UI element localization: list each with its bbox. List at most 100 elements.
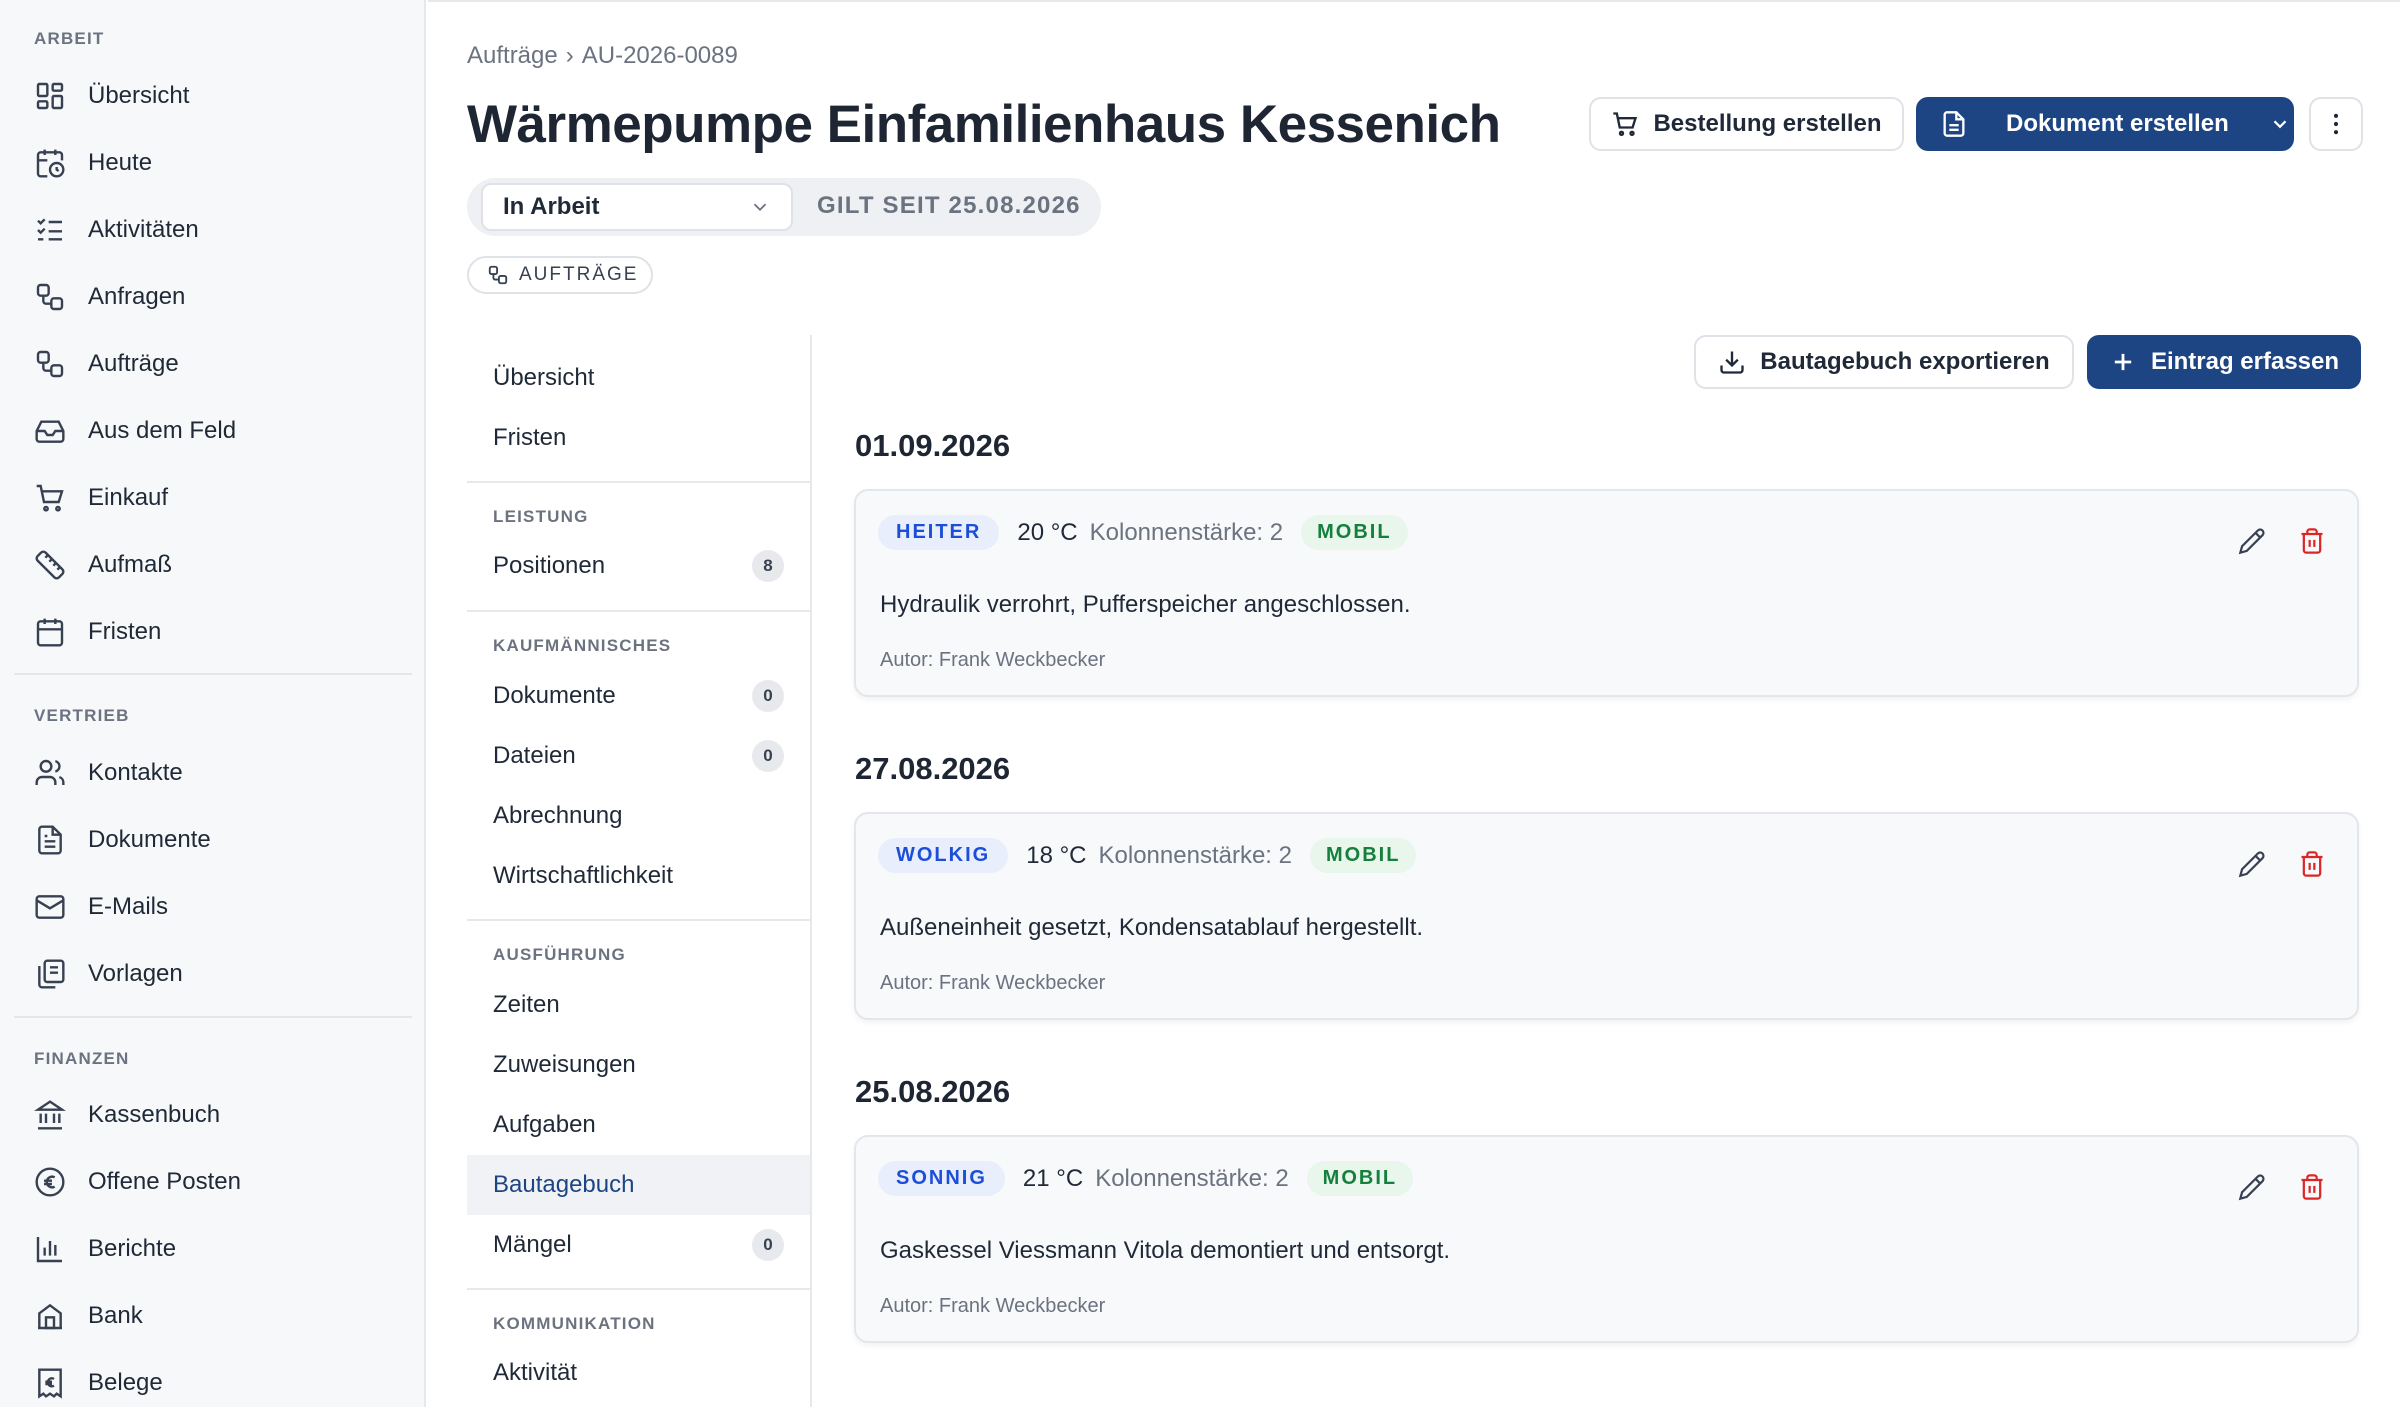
- sidebar-item-label: Offene Posten: [88, 1168, 241, 1195]
- dashboard-icon: [36, 82, 64, 110]
- subnav-item-aktivitaet[interactable]: Aktivität: [467, 1343, 810, 1403]
- breadcrumb-separator: ›: [565, 42, 574, 69]
- delete-entry-button[interactable]: [2290, 519, 2334, 563]
- bar-chart-icon: [36, 1237, 62, 1263]
- sidebar-item-anfragen[interactable]: Anfragen: [34, 277, 404, 317]
- sidebar-item-label: Aufmaß: [88, 551, 173, 578]
- subnav-item-zuweisungen[interactable]: Zuweisungen: [467, 1035, 810, 1095]
- subnav-item-positionen[interactable]: Positionen 8: [467, 536, 810, 596]
- workflow-icon: [36, 283, 64, 311]
- create-order-label: Bestellung erstellen: [1653, 110, 1882, 137]
- add-entry-button[interactable]: Eintrag erfassen: [2087, 335, 2361, 389]
- breadcrumb-current: AU-2026-0089: [581, 42, 738, 69]
- entry-text: Außeneinheit gesetzt, Kondensatablauf he…: [880, 914, 1424, 941]
- subnav-item-maengel[interactable]: Mängel 0: [467, 1215, 810, 1275]
- sidebar-item-berichte[interactable]: Berichte: [34, 1229, 404, 1269]
- subnav-item-zeiten[interactable]: Zeiten: [467, 975, 810, 1035]
- copy-icon: [38, 959, 65, 989]
- cart-icon: [36, 484, 64, 512]
- diary-entry: SONNIG 21 °C Kolonnenstärke: 2 MOBIL Gas…: [854, 1135, 2359, 1343]
- subnav-section-kaufmaennisches: KAUFMÄNNISCHES: [493, 636, 672, 655]
- sidebar-item-label: Heute: [88, 149, 153, 176]
- temperature: 20 °C: [1017, 518, 1078, 546]
- document-icon: [1943, 111, 1965, 137]
- subnav-section-kommunikation: KOMMUNIKATION: [493, 1314, 656, 1333]
- subnav-item-label: Dokumente: [493, 682, 616, 709]
- breadcrumb: Aufträge › AU-2026-0089: [467, 42, 738, 70]
- subnav-item-wirtschaftlichkeit[interactable]: Wirtschaftlichkeit: [467, 846, 810, 906]
- sidebar-divider: [14, 1016, 412, 1018]
- sidebar-item-fristen[interactable]: Fristen: [34, 612, 404, 652]
- sidebar-item-aufmass[interactable]: Aufmaß: [34, 545, 404, 585]
- subnav-item-abrechnung[interactable]: Abrechnung: [467, 786, 810, 846]
- sidebar-item-auftraege[interactable]: Aufträge: [34, 344, 404, 384]
- create-document-button[interactable]: Dokument erstellen: [1916, 97, 2294, 151]
- more-options-button[interactable]: [2309, 97, 2363, 151]
- edit-entry-button[interactable]: [2230, 842, 2274, 886]
- subnav-item-label: Wirtschaftlichkeit: [493, 862, 674, 889]
- sidebar-item-kassenbuch[interactable]: Kassenbuch: [34, 1095, 404, 1135]
- subnav-item-bautagebuch[interactable]: Bautagebuch: [467, 1155, 810, 1215]
- sidebar-item-label: Einkauf: [88, 484, 169, 511]
- edit-entry-button[interactable]: [2230, 1165, 2274, 1209]
- pencil-icon: [2238, 1174, 2265, 1201]
- trash-icon: [2301, 528, 2323, 554]
- subnav-section-leistung: LEISTUNG: [493, 507, 589, 526]
- crew-size: Kolonnenstärke: 2: [1095, 1164, 1289, 1192]
- entry-meta: HEITER 20 °C Kolonnenstärke: 2 MOBIL: [878, 515, 1408, 550]
- count-badge: 0: [752, 680, 784, 712]
- sidebar-item-bank[interactable]: Bank: [34, 1296, 404, 1336]
- sidebar-item-label: E-Mails: [88, 893, 169, 920]
- document-icon: [38, 825, 62, 855]
- category-tag[interactable]: AUFTRÄGE: [467, 256, 653, 294]
- edit-entry-button[interactable]: [2230, 519, 2274, 563]
- weather-badge: SONNIG: [878, 1161, 1005, 1196]
- subnav-divider: [467, 481, 810, 483]
- status-select[interactable]: In Arbeit: [481, 183, 793, 231]
- sidebar-item-heute[interactable]: Heute: [34, 143, 404, 183]
- subnav-item-dokumente[interactable]: Dokumente 0: [467, 666, 810, 726]
- entry-meta: WOLKIG 18 °C Kolonnenstärke: 2 MOBIL: [878, 838, 1417, 873]
- sidebar-item-aktivitaeten[interactable]: Aktivitäten: [34, 210, 404, 250]
- sidebar-section-vertrieb: VERTRIEB: [34, 706, 130, 725]
- subnav-divider: [467, 610, 810, 612]
- sidebar-item-dokumente[interactable]: Dokumente: [34, 820, 404, 860]
- sidebar-divider: [14, 673, 412, 675]
- sidebar-item-offene-posten[interactable]: Offene Posten: [34, 1162, 404, 1202]
- delete-entry-button[interactable]: [2290, 1165, 2334, 1209]
- source-badge: MOBIL: [1301, 515, 1408, 550]
- sidebar-item-aus-dem-feld[interactable]: Aus dem Feld: [34, 411, 404, 451]
- entry-text: Gaskessel Viessmann Vitola demontiert un…: [880, 1237, 1451, 1264]
- source-badge: MOBIL: [1306, 1161, 1414, 1196]
- add-entry-label: Eintrag erfassen: [2150, 348, 2340, 375]
- sidebar-item-einkauf[interactable]: Einkauf: [34, 478, 404, 518]
- subnav-item-fristen[interactable]: Fristen: [467, 408, 810, 468]
- sidebar-item-label: Belege: [88, 1369, 163, 1396]
- entry-date: 01.09.2026: [855, 428, 1011, 463]
- chevron-down-icon: [753, 203, 767, 212]
- delete-entry-button[interactable]: [2290, 842, 2334, 886]
- calendar-icon: [36, 618, 64, 647]
- sidebar-item-vorlagen[interactable]: Vorlagen: [34, 954, 404, 994]
- temperature: 21 °C: [1022, 1164, 1084, 1192]
- sidebar-item-label: Bank: [88, 1302, 143, 1329]
- sidebar-item-uebersicht[interactable]: Übersicht: [34, 76, 404, 116]
- sidebar-item-kontakte[interactable]: Kontakte: [34, 753, 404, 793]
- status-since: GILT SEIT 25.08.2026: [817, 192, 1081, 219]
- sidebar-item-label: Kassenbuch: [88, 1101, 221, 1128]
- subnav-item-aufgaben[interactable]: Aufgaben: [467, 1095, 810, 1155]
- breadcrumb-parent[interactable]: Aufträge: [467, 42, 558, 70]
- users-icon: [35, 759, 65, 785]
- create-order-button[interactable]: Bestellung erstellen: [1589, 97, 1904, 151]
- subnav-item-dateien[interactable]: Dateien 0: [467, 726, 810, 786]
- export-diary-button[interactable]: Bautagebuch exportieren: [1694, 335, 2074, 389]
- sidebar-item-belege[interactable]: Belege: [34, 1363, 404, 1403]
- mail-icon: [35, 895, 65, 919]
- subnav-item-label: Fristen: [493, 424, 567, 451]
- crew-size: Kolonnenstärke: 2: [1098, 841, 1292, 869]
- subnav-divider: [467, 1288, 810, 1290]
- subnav-item-label: Zeiten: [493, 991, 560, 1018]
- sidebar-item-e-mails[interactable]: E-Mails: [34, 887, 404, 927]
- chevron-down-icon[interactable]: [2269, 113, 2291, 135]
- subnav-item-uebersicht[interactable]: Übersicht: [467, 348, 810, 408]
